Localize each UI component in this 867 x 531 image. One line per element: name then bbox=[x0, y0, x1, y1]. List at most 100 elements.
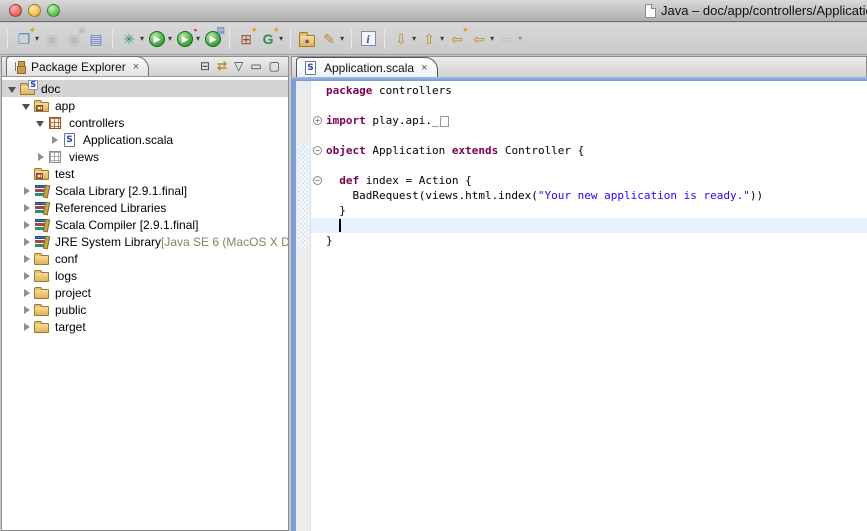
titlebar: Java – doc/app/controllers/Application.s… bbox=[0, 0, 867, 22]
tree-row-logs[interactable]: logs bbox=[2, 267, 288, 284]
next-annotation-button-dropdown[interactable]: ▾ bbox=[412, 34, 416, 43]
debug-button[interactable]: ✳▾ bbox=[118, 27, 146, 51]
code-token: } bbox=[326, 234, 333, 247]
new-java-package-button[interactable]: ⊞✦ bbox=[235, 27, 257, 51]
mark-occurrences-button[interactable]: ✎▾ bbox=[318, 27, 346, 51]
code-line-7[interactable]: − def index = Action { bbox=[311, 173, 867, 188]
tree-row-jre[interactable]: JRE System Library [Java SE 6 (MacOS X D… bbox=[2, 233, 288, 250]
tree-row-controllers[interactable]: controllers bbox=[2, 114, 288, 131]
tree-expand-arrow[interactable] bbox=[22, 186, 32, 196]
save-button: ▣ bbox=[41, 27, 63, 51]
view-menu-button[interactable]: ▽ bbox=[234, 59, 243, 73]
tree-expand-arrow[interactable] bbox=[36, 152, 46, 162]
editor-tab-bar: S Application.scala × bbox=[291, 56, 867, 77]
link-with-editor-button[interactable]: ⇄ bbox=[217, 59, 227, 73]
close-view-icon[interactable]: × bbox=[133, 61, 139, 73]
document-proxy-icon bbox=[645, 4, 656, 18]
run-button-dropdown[interactable]: ▾ bbox=[168, 34, 172, 43]
project-tree: SdocappcontrollersSApplication.scalaview… bbox=[2, 77, 288, 335]
scala-project-icon: S bbox=[20, 81, 37, 97]
tree-row-target[interactable]: target bbox=[2, 318, 288, 335]
tree-label: Referenced Libraries bbox=[54, 201, 166, 215]
folded-region-box[interactable] bbox=[440, 116, 449, 127]
keyword-token: import bbox=[326, 114, 366, 127]
debug-button-dropdown[interactable]: ▾ bbox=[140, 34, 144, 43]
annotation-ruler[interactable] bbox=[296, 81, 311, 531]
back-button[interactable]: ⇦▾ bbox=[468, 27, 496, 51]
code-editor[interactable]: package controllers+import play.api._−ob… bbox=[311, 81, 867, 531]
tree-expand-arrow[interactable] bbox=[22, 288, 32, 298]
fold-collapse-icon[interactable]: − bbox=[313, 176, 322, 185]
tree-expand-arrow[interactable] bbox=[22, 220, 32, 230]
folder-icon bbox=[34, 251, 51, 267]
tree-expand-arrow[interactable] bbox=[36, 118, 46, 128]
package-explorer-tab-label: Package Explorer bbox=[31, 60, 126, 74]
close-button[interactable] bbox=[9, 4, 22, 17]
tree-row-public[interactable]: public bbox=[2, 301, 288, 318]
new-wizard-button[interactable]: ❐✦▾ bbox=[13, 27, 41, 51]
tree-row-scala[interactable]: Scala Compiler [2.9.1.final] bbox=[2, 216, 288, 233]
tree-expand-arrow[interactable] bbox=[22, 203, 32, 213]
tree-expand-arrow[interactable] bbox=[50, 135, 60, 145]
tree-row-application.scala[interactable]: SApplication.scala bbox=[2, 131, 288, 148]
new-wizard-button-dropdown[interactable]: ▾ bbox=[35, 34, 39, 43]
new-type-button[interactable]: G✦▾ bbox=[257, 27, 285, 51]
tree-expand-arrow[interactable] bbox=[22, 254, 32, 264]
profile-button[interactable]: ▶▤ bbox=[202, 27, 224, 51]
tab-package-explorer[interactable]: Package Explorer × bbox=[6, 56, 149, 76]
tree-row-app[interactable]: app bbox=[2, 97, 288, 114]
minimize-view-button[interactable]: ▭ bbox=[250, 59, 261, 73]
code-line-1[interactable]: package controllers bbox=[311, 83, 867, 98]
close-editor-icon[interactable]: × bbox=[421, 62, 427, 74]
show-javadoc-button[interactable]: i bbox=[357, 27, 379, 51]
print-button[interactable]: ▤ bbox=[85, 27, 107, 51]
previous-annotation-button[interactable]: ⇧▾ bbox=[418, 27, 446, 51]
tab-application-scala[interactable]: S Application.scala × bbox=[296, 57, 438, 77]
zoom-button[interactable] bbox=[47, 4, 60, 17]
minimize-button[interactable] bbox=[28, 4, 41, 17]
tree-row-doc[interactable]: Sdoc bbox=[2, 80, 288, 97]
package-explorer-icon bbox=[13, 61, 26, 73]
run-external-tools-button-dropdown[interactable]: ▾ bbox=[196, 34, 200, 43]
tree-expand-arrow[interactable] bbox=[22, 322, 32, 332]
code-line-5[interactable]: −object Application extends Controller { bbox=[311, 143, 867, 158]
tree-expand-arrow[interactable] bbox=[22, 305, 32, 315]
code-token bbox=[326, 174, 339, 187]
range-indicator bbox=[297, 143, 309, 248]
tree-row-project[interactable]: project bbox=[2, 284, 288, 301]
fold-expand-icon[interactable]: + bbox=[313, 116, 322, 125]
collapse-all-button[interactable]: ⊟ bbox=[200, 59, 210, 73]
code-line-2[interactable] bbox=[311, 98, 867, 113]
code-line-11[interactable]: } bbox=[311, 233, 867, 248]
code-line-4[interactable] bbox=[311, 128, 867, 143]
tree-row-conf[interactable]: conf bbox=[2, 250, 288, 267]
tree-row-test[interactable]: test bbox=[2, 165, 288, 182]
workbench: Package Explorer × ⊟ ⇄ ▽ ▭ ▢ Sdocappcontroll… bbox=[0, 56, 867, 531]
tree-row-scala[interactable]: Scala Library [2.9.1.final] bbox=[2, 182, 288, 199]
fold-collapse-icon[interactable]: − bbox=[313, 146, 322, 155]
run-external-tools-button[interactable]: ▶▪▾ bbox=[174, 27, 202, 51]
code-token: } bbox=[326, 204, 346, 217]
tree-expand-arrow[interactable] bbox=[22, 271, 32, 281]
tree-expand-arrow[interactable] bbox=[8, 84, 18, 94]
tree-expand-arrow[interactable] bbox=[22, 237, 32, 247]
code-line-3[interactable]: +import play.api._ bbox=[311, 113, 867, 128]
tree-row-views[interactable]: views bbox=[2, 148, 288, 165]
maximize-view-button[interactable]: ▢ bbox=[269, 59, 280, 73]
code-line-10[interactable] bbox=[311, 218, 867, 233]
run-button[interactable]: ▶▾ bbox=[146, 27, 174, 51]
mark-occurrences-button-dropdown[interactable]: ▾ bbox=[340, 34, 344, 43]
window-title-wrap: Java – doc/app/controllers/Application.s… bbox=[645, 3, 867, 18]
last-edit-location-button[interactable]: ⇦✦ bbox=[446, 27, 468, 51]
back-button-dropdown[interactable]: ▾ bbox=[490, 34, 494, 43]
tree-row-referenced[interactable]: Referenced Libraries bbox=[2, 199, 288, 216]
previous-annotation-button-dropdown[interactable]: ▾ bbox=[440, 34, 444, 43]
editor-body: package controllers+import play.api._−ob… bbox=[291, 81, 867, 531]
tree-expand-arrow[interactable] bbox=[22, 101, 32, 111]
code-line-9[interactable]: } bbox=[311, 203, 867, 218]
code-line-8[interactable]: BadRequest(views.html.index("Your new ap… bbox=[311, 188, 867, 203]
code-line-6[interactable] bbox=[311, 158, 867, 173]
new-type-button-dropdown[interactable]: ▾ bbox=[279, 34, 283, 43]
open-type-button[interactable]: ● bbox=[296, 27, 318, 51]
next-annotation-button[interactable]: ⇩▾ bbox=[390, 27, 418, 51]
